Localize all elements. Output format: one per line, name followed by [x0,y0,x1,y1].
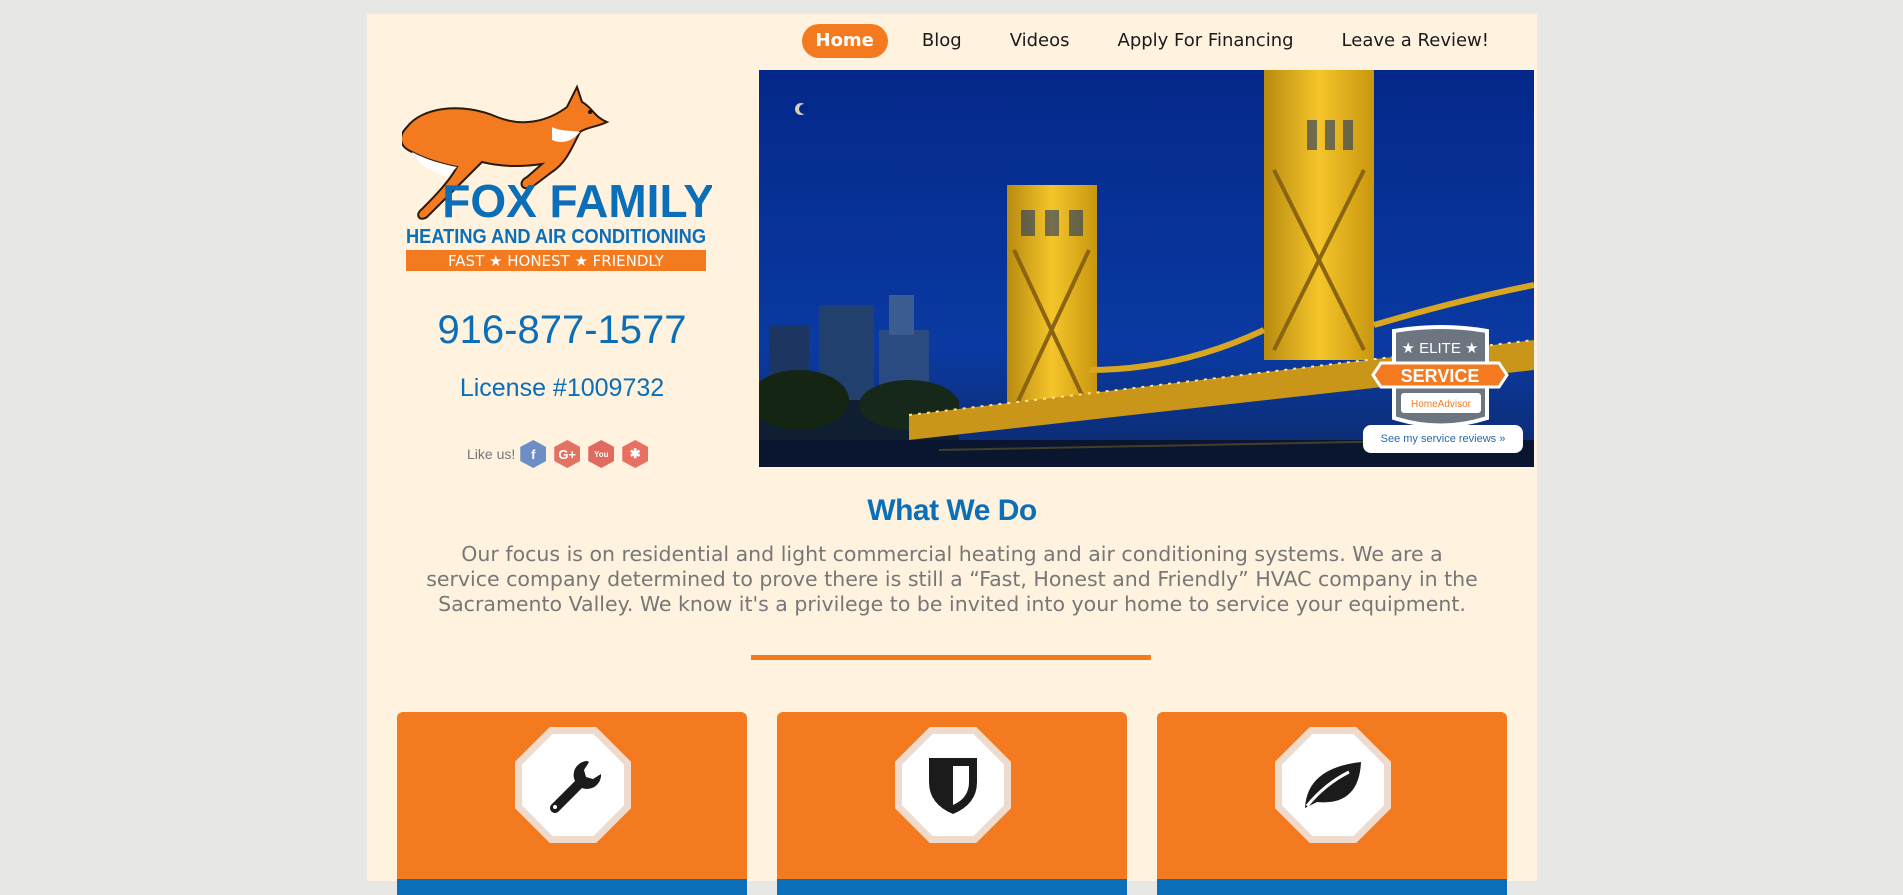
octagon-badge [1275,727,1391,843]
google-plus-icon[interactable]: G+ [554,440,581,468]
nav-leave-review[interactable]: Leave a Review! [1328,24,1503,58]
leaf-icon [1305,762,1361,808]
service-reviews-link[interactable]: See my service reviews » [1363,425,1523,453]
company-logo[interactable]: FOX FAMILY HEATING AND AIR CONDITIONING … [402,82,712,297]
octagon-badge [895,727,1011,843]
card-bottom-bar [397,879,747,895]
youtube-icon[interactable]: You [588,440,615,468]
nav-apply-financing[interactable]: Apply For Financing [1104,24,1308,58]
badge-service-text: SERVICE [1401,366,1480,386]
nav-blog[interactable]: Blog [908,24,976,58]
badge-brand-text: HomeAdvisor [1411,399,1472,410]
wrench-icon [550,761,602,813]
main-nav: Home Blog Videos Apply For Financing Lea… [792,24,1538,58]
card-bottom-bar [777,879,1127,895]
section-divider [751,655,1151,660]
like-us-label: Like us! [467,446,516,462]
card-bottom-bar [1157,879,1507,895]
badge-elite-text: ★ ELITE ★ [1402,340,1479,357]
social-links: Like us! f G+ You ✱ [467,440,656,468]
license-number: License #1009732 [459,374,665,402]
logo-brand: FOX FAMILY [442,175,712,227]
feature-card-eco[interactable] [1157,712,1507,895]
feature-card-repair[interactable] [397,712,747,895]
logo-tagline: FAST ★ HONEST ★ FRIENDLY [448,252,665,270]
what-we-do-title: What We Do [867,494,1037,527]
logo-subtitle: HEATING AND AIR CONDITIONING [406,226,706,248]
hero-image: ★ ELITE ★ SERVICE HomeAdvisor See my ser… [759,70,1534,467]
facebook-icon[interactable]: f [520,440,547,468]
shield-icon [929,758,977,814]
octagon-badge [515,727,631,843]
nav-home[interactable]: Home [801,24,888,58]
what-we-do-text: Our focus is on residential and light co… [426,542,1478,616]
yelp-icon[interactable]: ✱ [622,440,649,468]
phone-number[interactable]: 916-877-1577 [367,308,757,353]
nav-videos[interactable]: Videos [996,24,1084,58]
feature-card-protection[interactable] [777,712,1127,895]
page-container: Home Blog Videos Apply For Financing Lea… [367,14,1538,895]
